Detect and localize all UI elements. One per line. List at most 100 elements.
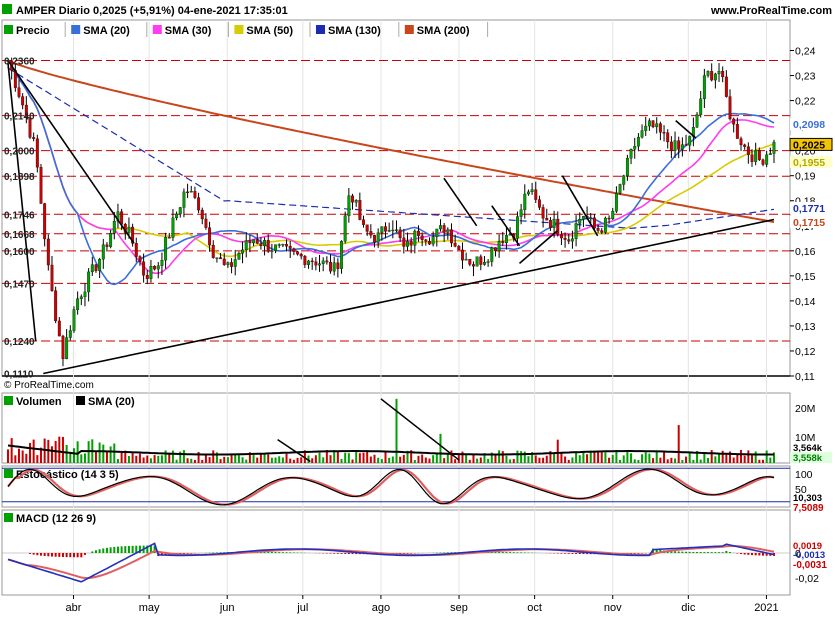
macd-hist-bar bbox=[336, 553, 339, 554]
price-bar-body bbox=[420, 235, 424, 240]
price-bar-body bbox=[563, 237, 567, 240]
price-bar-body bbox=[226, 262, 230, 265]
macd-hist-bar bbox=[725, 550, 728, 553]
volume-bar bbox=[25, 453, 28, 463]
price-bar-body bbox=[57, 320, 61, 337]
macd-hist-bar bbox=[292, 552, 295, 553]
macd-hist-bar bbox=[509, 552, 512, 553]
volume-bar bbox=[237, 455, 240, 463]
volume-bar bbox=[366, 450, 369, 463]
volume-bar bbox=[465, 453, 468, 463]
volume-sma-line bbox=[7, 444, 774, 456]
price-bar-body bbox=[208, 227, 212, 246]
macd-hist-bar bbox=[47, 553, 50, 557]
price-bar-body bbox=[46, 238, 50, 266]
price-bar-body bbox=[175, 213, 179, 219]
copyright: © ProRealTime.com bbox=[4, 380, 94, 391]
price-bar-body bbox=[145, 275, 149, 279]
last-value-label: 0,2025 bbox=[793, 139, 825, 151]
macd-hist-bar bbox=[54, 553, 57, 557]
month-label: oct bbox=[527, 602, 542, 614]
volume-bar bbox=[586, 454, 589, 463]
price-bar-body bbox=[127, 226, 131, 233]
volume-bar bbox=[564, 456, 567, 463]
volume-bar bbox=[113, 443, 116, 463]
price-bar-body bbox=[398, 229, 402, 239]
price-bar-body bbox=[640, 130, 644, 138]
price-bar-body bbox=[677, 140, 681, 150]
macd-hist-bar bbox=[696, 551, 699, 553]
macd-hist-bar bbox=[578, 553, 581, 555]
price-bar-body bbox=[384, 226, 387, 232]
price-bar-body bbox=[79, 296, 83, 299]
volume-bar bbox=[633, 459, 636, 463]
volume-bar bbox=[278, 456, 281, 463]
price-bar-body bbox=[68, 330, 72, 338]
volume-bar bbox=[190, 458, 193, 463]
volume-bar bbox=[322, 457, 325, 463]
volume-bar bbox=[80, 454, 83, 463]
price-bar-body bbox=[380, 226, 384, 233]
macd-hist-bar bbox=[124, 546, 127, 553]
price-bar-body bbox=[754, 150, 758, 162]
macd-hist-bar bbox=[281, 552, 284, 553]
volume-bar bbox=[740, 449, 743, 463]
price-bar-body bbox=[622, 175, 626, 185]
last-value-label: 0,2098 bbox=[793, 119, 825, 131]
volume-bar bbox=[534, 455, 537, 463]
price-bar-body bbox=[336, 262, 340, 269]
volume-bar bbox=[311, 458, 314, 463]
volume-bar bbox=[468, 459, 471, 463]
macd-hist-bar bbox=[102, 548, 105, 553]
volume-bar bbox=[340, 458, 343, 463]
price-bar-body bbox=[153, 265, 157, 270]
legend-swatch bbox=[404, 25, 414, 34]
month-label: sep bbox=[450, 602, 468, 614]
volume-bar bbox=[256, 457, 259, 463]
volume-bar bbox=[384, 451, 387, 463]
month-label: ago bbox=[372, 602, 390, 614]
price-bar-body bbox=[439, 225, 442, 230]
volume-bar bbox=[131, 451, 134, 463]
volume-bar bbox=[725, 454, 728, 463]
volume-bar bbox=[369, 456, 372, 463]
price-bar-body bbox=[98, 259, 102, 271]
price-bar-body bbox=[541, 207, 545, 219]
volume-bar bbox=[611, 454, 614, 463]
price-tick-label: 0,19 bbox=[795, 171, 816, 183]
volume-bar bbox=[395, 398, 398, 463]
macd-hist-bar bbox=[498, 551, 501, 553]
volume-bar bbox=[619, 459, 622, 463]
volume-bar bbox=[439, 433, 442, 463]
macd-hist-bar bbox=[127, 545, 130, 553]
price-bar-body bbox=[160, 259, 164, 266]
price-bar-body bbox=[607, 217, 611, 220]
volume-bar bbox=[604, 452, 607, 463]
macd-hist-bar bbox=[186, 553, 189, 554]
macd-hist-bar bbox=[65, 553, 68, 558]
volume-bar bbox=[83, 453, 86, 463]
price-bar-body bbox=[76, 298, 80, 310]
price-bar-body bbox=[772, 141, 776, 154]
macd-hist-bar bbox=[692, 551, 695, 553]
stoch-last-label: 7,5089 bbox=[793, 503, 824, 514]
volume-bar bbox=[707, 457, 710, 463]
volume-bar bbox=[567, 459, 570, 463]
macd-hist-bar bbox=[740, 553, 743, 555]
volume-bar bbox=[94, 450, 97, 463]
volume-bar bbox=[520, 451, 523, 463]
panel-frames bbox=[1, 19, 791, 596]
macd-hist-bar bbox=[285, 552, 288, 553]
price-tick-label: 0,23 bbox=[795, 71, 816, 83]
volume-bar bbox=[692, 459, 695, 463]
price-bar-body bbox=[303, 255, 307, 265]
volume-bar bbox=[146, 455, 149, 463]
level-label: 0,1470 bbox=[4, 279, 35, 290]
macd-hist-bar bbox=[516, 552, 519, 553]
price-bar-body bbox=[171, 217, 175, 238]
price-bar-body bbox=[17, 87, 21, 97]
volume-tick-label: 20M bbox=[795, 403, 815, 415]
volume-bar bbox=[135, 455, 138, 463]
price-bar-body bbox=[299, 253, 303, 257]
price-bar-body bbox=[450, 229, 453, 244]
